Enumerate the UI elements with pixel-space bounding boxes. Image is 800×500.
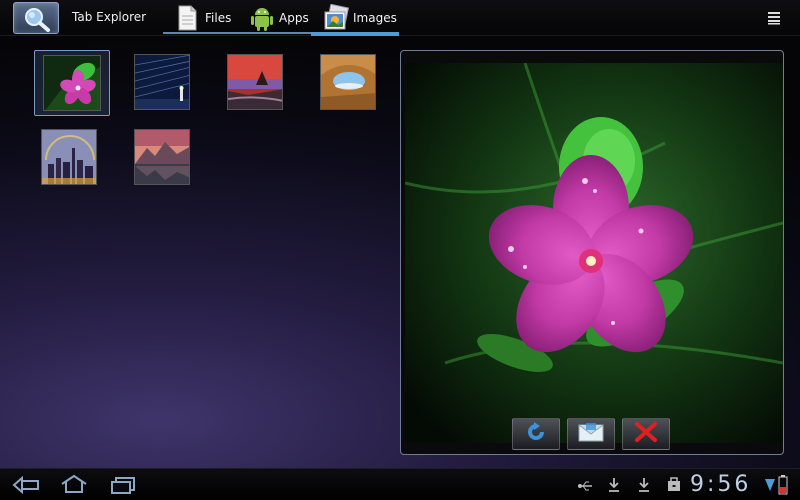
preview-action-bar: [512, 418, 672, 450]
thumbnail-image: [41, 129, 97, 185]
overflow-menu-icon[interactable]: [766, 10, 782, 25]
usb-icon: [577, 478, 593, 497]
tab-apps-indicator: [239, 32, 311, 34]
tab-files[interactable]: Files: [163, 0, 239, 36]
download-icon-2: [638, 477, 650, 497]
tab-files-indicator: [163, 32, 239, 34]
magnifier-icon[interactable]: [13, 2, 59, 34]
recent-apps-icon[interactable]: [110, 476, 136, 498]
thumbnail-star-trails[interactable]: [132, 52, 192, 112]
system-bar: 9:56: [0, 468, 800, 500]
thumbnail-image: [320, 54, 376, 110]
thumbnail-image: [134, 129, 190, 185]
tab-images-indicator: [311, 32, 399, 36]
thumbnail-pink-flower[interactable]: [34, 50, 110, 116]
rotate-icon: [525, 421, 547, 447]
tab-apps-label: Apps: [279, 11, 309, 25]
signal-icon: [764, 477, 776, 497]
home-icon[interactable]: [60, 474, 88, 498]
briefcase-icon: [667, 477, 681, 496]
action-bar: Tab Explorer Files Apps Images: [0, 0, 800, 36]
android-icon: [249, 4, 275, 32]
tab-images-label: Images: [353, 11, 397, 25]
tab-files-label: Files: [205, 11, 232, 25]
download-icon: [608, 477, 620, 497]
app-title: Tab Explorer: [72, 10, 147, 24]
thumbnail-sea-stack-sunset[interactable]: [225, 52, 285, 112]
tab-apps[interactable]: Apps: [239, 0, 311, 36]
back-icon[interactable]: [12, 475, 40, 498]
email-icon: [578, 422, 604, 446]
thumbnail-city-skyline[interactable]: [39, 127, 99, 187]
thumbnail-rock-arch[interactable]: [318, 52, 378, 112]
thumbnail-image: [134, 54, 190, 110]
thumbnail-mountain-lake[interactable]: [132, 127, 192, 187]
thumbnail-image: [43, 55, 101, 111]
delete-button[interactable]: [622, 418, 670, 450]
delete-icon: [634, 421, 658, 447]
image-preview-panel: [400, 50, 784, 455]
clock: 9:56: [690, 472, 752, 497]
battery-icon: [778, 475, 788, 499]
email-button[interactable]: [567, 418, 615, 450]
tab-images[interactable]: Images: [311, 0, 399, 36]
document-icon: [175, 4, 201, 32]
images-icon: [323, 3, 350, 32]
thumbnail-image: [227, 54, 283, 110]
rotate-button[interactable]: [512, 418, 560, 450]
